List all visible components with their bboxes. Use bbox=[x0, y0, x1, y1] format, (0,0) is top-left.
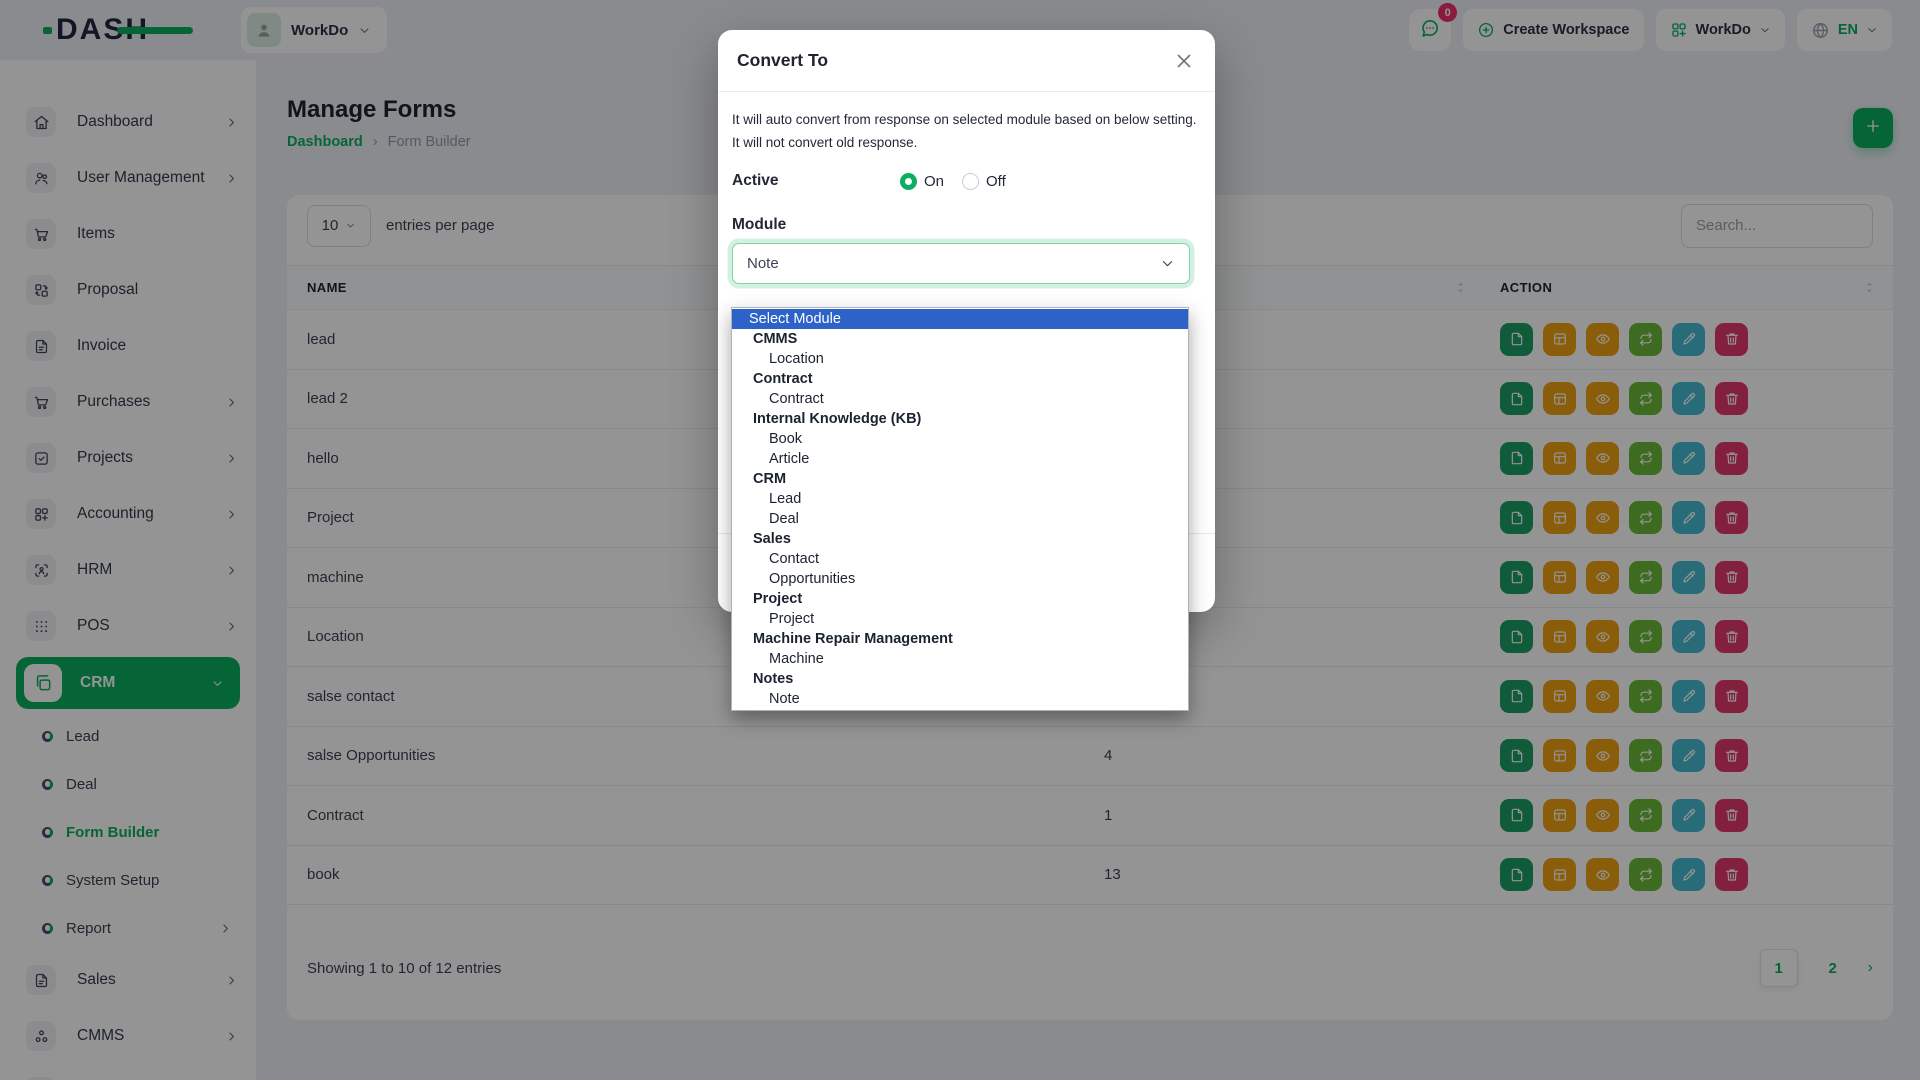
radio-off-label: Off bbox=[986, 173, 1006, 190]
module-select-dropdown: Select ModuleCMMSLocationContractContrac… bbox=[731, 307, 1189, 711]
option-group-notes: Notes bbox=[732, 669, 1188, 689]
option-deal[interactable]: Deal bbox=[732, 509, 1188, 529]
option-select-module[interactable]: Select Module bbox=[732, 309, 1188, 329]
option-group-project: Project bbox=[732, 589, 1188, 609]
modal-title: Convert To bbox=[737, 50, 828, 71]
active-field-label: Active bbox=[732, 172, 882, 190]
module-select[interactable]: Note bbox=[732, 243, 1190, 284]
option-book[interactable]: Book bbox=[732, 429, 1188, 449]
option-contract[interactable]: Contract bbox=[732, 389, 1188, 409]
app-root: DASH WorkDo 0 Create Workspace WorkDo bbox=[0, 0, 1920, 1080]
modal-body: It will auto convert from response on se… bbox=[718, 92, 1215, 284]
option-opportunities[interactable]: Opportunities bbox=[732, 569, 1188, 589]
active-field-row: Active On Off bbox=[732, 172, 1201, 190]
option-group-crm: CRM bbox=[732, 469, 1188, 489]
option-article[interactable]: Article bbox=[732, 449, 1188, 469]
option-lead[interactable]: Lead bbox=[732, 489, 1188, 509]
radio-on-label: On bbox=[924, 173, 944, 190]
close-icon[interactable] bbox=[1173, 50, 1195, 72]
chevron-down-icon bbox=[1160, 256, 1175, 271]
radio-on[interactable]: On bbox=[900, 173, 944, 190]
option-group-sales: Sales bbox=[732, 529, 1188, 549]
option-group-contract: Contract bbox=[732, 369, 1188, 389]
module-field-label: Module bbox=[732, 216, 1201, 234]
modal-description: It will auto convert from response on se… bbox=[732, 108, 1200, 154]
option-contact[interactable]: Contact bbox=[732, 549, 1188, 569]
modal-header: Convert To bbox=[718, 30, 1215, 92]
option-group-cmms: CMMS bbox=[732, 329, 1188, 349]
option-group-internal-knowledge-kb: Internal Knowledge (KB) bbox=[732, 409, 1188, 429]
radio-on-control[interactable] bbox=[900, 173, 917, 190]
option-project[interactable]: Project bbox=[732, 609, 1188, 629]
module-select-value: Note bbox=[747, 255, 779, 272]
option-note[interactable]: Note bbox=[732, 689, 1188, 709]
option-location[interactable]: Location bbox=[732, 349, 1188, 369]
option-machine[interactable]: Machine bbox=[732, 649, 1188, 669]
radio-off-control[interactable] bbox=[962, 173, 979, 190]
radio-off[interactable]: Off bbox=[962, 173, 1006, 190]
active-radio-group: On Off bbox=[900, 173, 1006, 190]
option-group-machine-repair-management: Machine Repair Management bbox=[732, 629, 1188, 649]
